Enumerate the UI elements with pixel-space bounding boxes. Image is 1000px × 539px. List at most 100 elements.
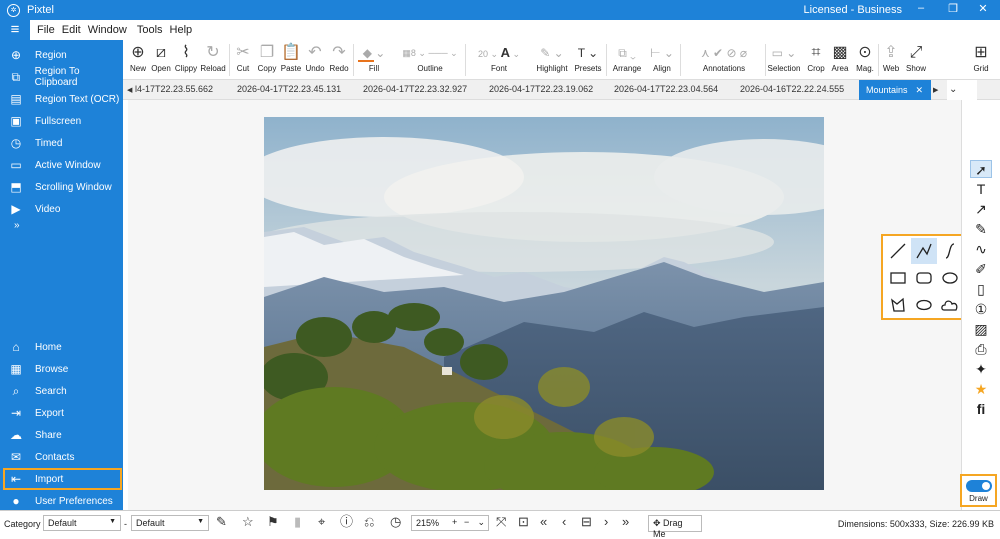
blob-shape-icon[interactable] [911,292,937,318]
clippy-button[interactable]: ⌇ Clippy [173,42,199,73]
previous-page-icon[interactable]: ‹ [562,515,566,529]
star-tool-icon[interactable]: ★ [970,380,992,398]
edit-notes-icon[interactable]: ✎ [216,515,227,529]
open-button[interactable]: ⧄ Open [150,42,172,73]
web-button[interactable]: ⇪ Web [880,42,902,73]
sidebar-item-share[interactable]: ☁ Share [0,424,123,446]
new-button[interactable]: ⊕ New [127,42,149,73]
pen-tool-icon[interactable]: ✎ [970,220,992,238]
selection-button[interactable]: ▭ ⌄ Selection [767,42,801,73]
last-page-icon[interactable]: » [622,515,629,529]
ligature-tool-icon[interactable]: fi [970,400,992,418]
grid-button[interactable]: ⊞ Grid [968,42,994,73]
tag-icon[interactable]: ⌖ [318,515,325,529]
sidebar-item-fullscreen[interactable]: ▣ Fullscreen [0,110,123,132]
info-icon[interactable]: ⓘ [340,515,353,529]
zoom-out-icon[interactable]: − [464,517,469,527]
stamp-tool-icon[interactable]: ⎙ [970,340,992,358]
fill-button[interactable]: ◆ ⌄ Fill [356,42,392,73]
restore-button[interactable]: ❐ [938,2,968,15]
sidebar-item-contacts[interactable]: ✉ Contacts [0,446,123,468]
image-tool-icon[interactable]: ▨ [970,320,992,338]
zoom-control[interactable]: 215% + − ⌄ [411,515,489,531]
presets-button[interactable]: T ⌄ Presets [573,42,603,73]
pointer-tool-icon[interactable]: ➚ [970,160,992,178]
reload-button[interactable]: ↻ Reload [200,42,226,73]
align-button[interactable]: ⊢ ⌄ Align [647,42,677,73]
draw-toggle[interactable]: Draw [960,474,997,507]
polygon-shape-icon[interactable] [885,292,911,318]
freehand-tool-icon[interactable]: ∿ [970,240,992,258]
polyline-shape-icon[interactable] [911,238,937,264]
tab-item[interactable]: 2026-04-17T22.23.45.131 [237,84,341,94]
history-icon[interactable]: ◷ [390,515,401,529]
arrange-button[interactable]: ⧉ ⌄ Arrange [610,42,644,73]
crop-button[interactable]: ⌗ Crop [805,42,827,73]
tab-item[interactable]: 2026-04-17T22.23.19.062 [489,84,593,94]
step-number-tool-icon[interactable]: ① [970,300,992,318]
close-button[interactable]: ✕ [968,2,998,15]
text-tool-icon[interactable]: T [970,180,992,198]
sidebar-item-home[interactable]: ⌂ Home [0,336,123,358]
line-shape-icon[interactable] [885,238,911,264]
tab-scroll-left-icon[interactable]: ◀ [127,86,132,94]
paste-button[interactable]: 📋 Paste [280,42,302,73]
hamburger-menu-icon[interactable]: ≡ [0,20,30,40]
arrow-tool-icon[interactable]: ↗ [970,200,992,218]
secondary-select[interactable]: Default ▼ [131,515,209,531]
menu-edit[interactable]: Edit [62,24,81,36]
first-page-icon[interactable]: « [540,515,547,529]
drag-me-button[interactable]: ✥ Drag Me [648,515,702,539]
menu-file[interactable]: File [37,24,55,36]
curve-shape-icon[interactable] [937,238,963,264]
mountain-photo[interactable] [264,117,824,490]
tab-item[interactable]: 2026-04-16T22.22.24.555 [740,84,844,94]
sidebar-item-timed[interactable]: ◷ Timed [0,132,123,154]
magic-tool-icon[interactable]: ✦ [970,360,992,378]
rounded-rectangle-shape-icon[interactable] [911,265,937,291]
tab-item[interactable]: l4-17T22.23.55.662 [135,84,213,94]
next-page-icon[interactable]: › [604,515,608,529]
menu-help[interactable]: Help [170,24,193,36]
toggle-switch[interactable] [965,480,992,492]
fit-screen-icon[interactable]: ⤧ [496,515,506,529]
sidebar-item-region-to-clipboard[interactable]: ⧉ Region To Clipboard [0,66,123,88]
tab-close-icon[interactable]: ✕ [915,85,923,96]
magnify-button[interactable]: ⊙ Mag. [853,42,877,73]
sidebar-item-scrolling-window[interactable]: ⬒ Scrolling Window [0,176,123,198]
undo-button[interactable]: ↶ Undo [304,42,326,73]
marker-tool-icon[interactable]: ✐ [970,260,992,278]
category-select[interactable]: Default ▼ [43,515,121,531]
bookmark-icon[interactable]: ▮ [294,515,301,529]
note-tool-icon[interactable]: ▯ [970,280,992,298]
sidebar-item-browse[interactable]: ▦ Browse [0,358,123,380]
sidebar-item-region[interactable]: ⊕ Region [0,44,123,66]
tab-item[interactable]: 2026-04-17T22.23.04.564 [614,84,718,94]
font-dropdown[interactable]: 20 ⌄ A ⌄ Font [467,42,531,73]
tab-list-icon[interactable]: ⌄ [949,84,957,95]
sidebar-item-user-preferences[interactable]: ● User Preferences [0,490,123,512]
menu-window[interactable]: Window [88,24,127,36]
show-button[interactable]: ⤢ Show [904,42,928,73]
annotations-button[interactable]: ⋏ ✔ ⊘ ⌀ Annotations [683,42,765,73]
tab-mountains[interactable]: Mountains ✕ [859,80,931,100]
sidebar-item-search[interactable]: ⌕ Search [0,380,123,402]
share-link-icon[interactable]: ⎌ [364,515,374,529]
sidebar-item-export[interactable]: ⇥ Export [0,402,123,424]
zoom-dropdown-icon[interactable]: ⌄ [477,517,485,528]
area-button[interactable]: ▩ Area [829,42,851,73]
sidebar-item-import[interactable]: ⇤ Import [3,468,122,490]
menu-tools[interactable]: Tools [137,24,163,36]
copy-button[interactable]: ❐ Copy [256,42,278,73]
redo-button[interactable]: ↷ Redo [328,42,350,73]
highlight-button[interactable]: ✎ ⌄ Highlight [533,42,571,73]
ellipse-shape-icon[interactable] [937,265,963,291]
tab-item[interactable]: 2026-04-17T22.23.32.927 [363,84,467,94]
rectangle-shape-icon[interactable] [885,265,911,291]
actual-size-icon[interactable]: ⊡ [518,515,529,529]
cloud-shape-icon[interactable] [937,292,963,318]
flag-icon[interactable]: ⚑ [267,515,279,529]
cut-button[interactable]: ✂ Cut [233,42,253,73]
zoom-in-icon[interactable]: + [452,517,457,527]
current-page-icon[interactable]: ⊟ [581,515,592,529]
